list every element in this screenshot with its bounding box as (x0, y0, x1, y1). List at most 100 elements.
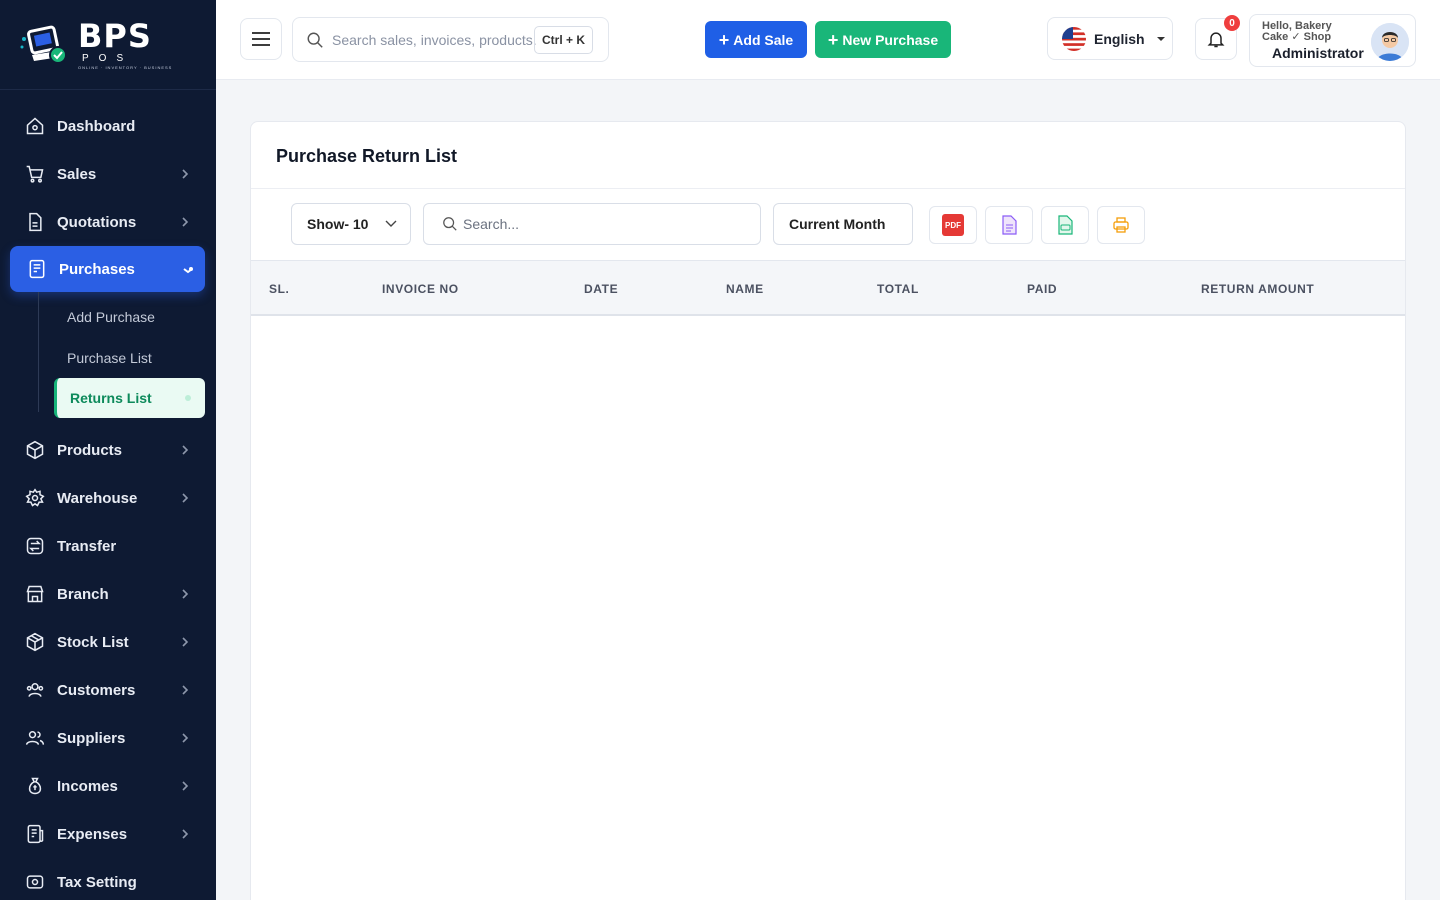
pos-logo-icon (18, 21, 70, 69)
page-size-label: Show- 10 (307, 216, 369, 232)
sidebar-item-branch[interactable]: Branch (0, 570, 216, 618)
user-menu[interactable]: Hello, Bakery Cake ✓ Shop Administrator (1249, 14, 1416, 67)
new-purchase-label: New Purchase (842, 31, 939, 48)
sidebar-item-tax-setting[interactable]: Tax Setting (0, 858, 216, 900)
active-dot-icon (185, 395, 191, 401)
sidebar-item-label: Dashboard (57, 117, 136, 135)
sidebar-item-label: Quotations (57, 213, 137, 231)
chevron-right-icon (182, 169, 189, 179)
table-search-input[interactable] (463, 216, 743, 232)
add-sale-button[interactable]: + Add Sale (705, 21, 807, 58)
doc-file-icon (1002, 215, 1017, 235)
pdf-icon: PDF (942, 214, 964, 236)
sidebar-item-label: Sales (57, 165, 97, 183)
sidebar-item-products[interactable]: Products (0, 426, 216, 474)
page-title: Purchase Return List (276, 146, 458, 166)
menu-toggle-button[interactable] (240, 18, 282, 60)
add-sale-label: Add Sale (733, 31, 794, 48)
purchase-return-card: Purchase Return List Show- 10 Current Mo… (250, 121, 1406, 900)
table-header: SL. INVOICE NO DATE NAME TOTAL PAID RETU… (251, 260, 1405, 316)
period-select[interactable]: Current Month (773, 203, 913, 245)
sidebar-item-warehouse[interactable]: Warehouse (0, 474, 216, 522)
chevron-right-icon (182, 733, 189, 743)
shortcut-hint: Ctrl + K (533, 26, 593, 54)
table-search (423, 203, 761, 245)
submenu-label: Add Purchase (67, 308, 155, 325)
top-header: Ctrl + K + Add Sale + New Purchase Engli… (216, 0, 1440, 80)
sidebar-item-purchases[interactable]: Purchases (10, 246, 205, 292)
sidebar-item-dashboard[interactable]: Dashboard (0, 102, 216, 150)
submenu-returns-list[interactable]: Returns List (54, 378, 205, 418)
us-flag-icon (1062, 26, 1086, 51)
submenu-add-purchase[interactable]: Add Purchase (0, 296, 216, 337)
notifications-button[interactable]: 0 (1195, 15, 1240, 60)
expense-receipt-icon (24, 823, 46, 845)
sidebar-item-customers[interactable]: Customers (0, 666, 216, 714)
print-button[interactable] (1097, 206, 1145, 244)
chevron-right-icon (182, 589, 189, 599)
sidebar-item-sales[interactable]: Sales (0, 150, 216, 198)
export-doc-button[interactable] (985, 206, 1033, 244)
store-icon (24, 583, 46, 605)
sidebar-item-incomes[interactable]: Incomes (0, 762, 216, 810)
user-group-icon (24, 727, 46, 749)
sidebar-item-stock-list[interactable]: Stock List (0, 618, 216, 666)
column-header-total[interactable]: TOTAL (877, 282, 919, 296)
column-header-sl[interactable]: SL. (269, 282, 289, 296)
column-header-return-amount[interactable]: RETURN AMOUNT (1201, 282, 1314, 296)
sidebar-item-label: Expenses (57, 825, 128, 843)
search-icon (443, 217, 457, 231)
table-toolbar: Show- 10 Current Month PDF (251, 189, 1405, 260)
chevron-right-icon (182, 829, 189, 839)
chevron-right-icon (182, 637, 189, 647)
page-size-select[interactable]: Show- 10 (291, 203, 411, 245)
money-bag-icon (24, 775, 46, 797)
submenu-label: Purchase List (67, 349, 152, 366)
csv-file-icon (1058, 215, 1073, 235)
sidebar-item-quotations[interactable]: Quotations (0, 198, 216, 246)
brand-sub: POS (82, 52, 134, 64)
sidebar-item-label: Products (57, 441, 123, 459)
global-search: Ctrl + K (292, 17, 609, 62)
chevron-down-icon (385, 220, 397, 227)
column-header-invoice-no[interactable]: INVOICE NO (382, 282, 459, 296)
user-greeting: Hello, Bakery Cake ✓ Shop (1262, 20, 1332, 43)
brand-name: BPS (78, 16, 152, 55)
language-label: English (1094, 30, 1145, 47)
chevron-down-icon (183, 267, 193, 274)
caret-down-icon (1156, 36, 1165, 41)
avatar (1371, 23, 1409, 61)
chevron-right-icon (182, 781, 189, 791)
chevron-right-icon (182, 217, 189, 227)
bell-icon (1207, 32, 1225, 48)
export-pdf-button[interactable]: PDF (929, 206, 977, 244)
search-icon (307, 32, 323, 48)
export-csv-button[interactable] (1041, 206, 1089, 244)
sidebar-item-expenses[interactable]: Expenses (0, 810, 216, 858)
notification-count: 0 (1224, 15, 1240, 31)
global-search-input[interactable] (332, 31, 537, 48)
submenu-purchase-list[interactable]: Purchase List (0, 337, 216, 378)
sidebar-item-label: Warehouse (57, 489, 138, 507)
sidebar-item-label: Branch (57, 585, 109, 603)
column-header-name[interactable]: NAME (726, 282, 764, 296)
sidebar-item-label: Customers (57, 681, 136, 699)
box-icon (24, 439, 46, 461)
new-purchase-button[interactable]: + New Purchase (815, 21, 951, 58)
period-label: Current Month (789, 216, 886, 232)
purchase-receipt-icon (26, 258, 48, 280)
sidebar-item-label: Stock List (57, 633, 129, 651)
cart-icon (24, 163, 46, 185)
hamburger-icon (252, 32, 270, 46)
brand-logo[interactable]: BPS POS ONLINE · INVENTORY · BUSINESS (0, 0, 216, 90)
home-icon (24, 115, 46, 137)
sidebar-item-label: Tax Setting (57, 873, 137, 891)
column-header-date[interactable]: DATE (584, 282, 618, 296)
language-selector[interactable]: English (1047, 17, 1173, 60)
document-icon (24, 211, 46, 233)
sidebar-item-transfer[interactable]: Transfer (0, 522, 216, 570)
sidebar-item-suppliers[interactable]: Suppliers (0, 714, 216, 762)
column-header-paid[interactable]: PAID (1027, 282, 1057, 296)
plus-icon: + (827, 29, 839, 50)
chevron-right-icon (182, 493, 189, 503)
